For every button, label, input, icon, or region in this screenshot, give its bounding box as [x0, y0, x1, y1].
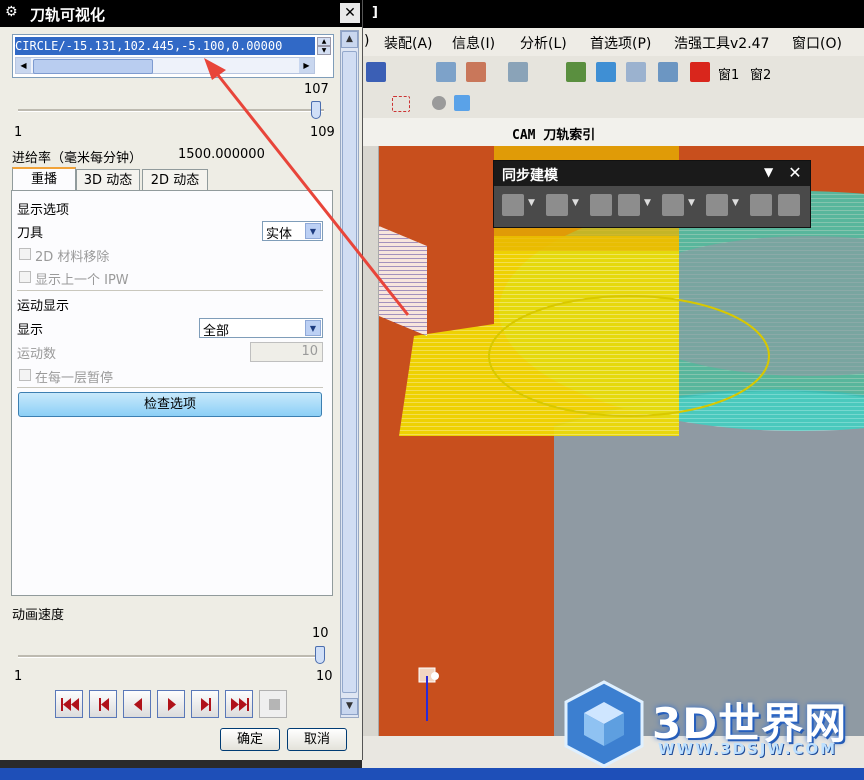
annotation-arrow [204, 58, 410, 316]
